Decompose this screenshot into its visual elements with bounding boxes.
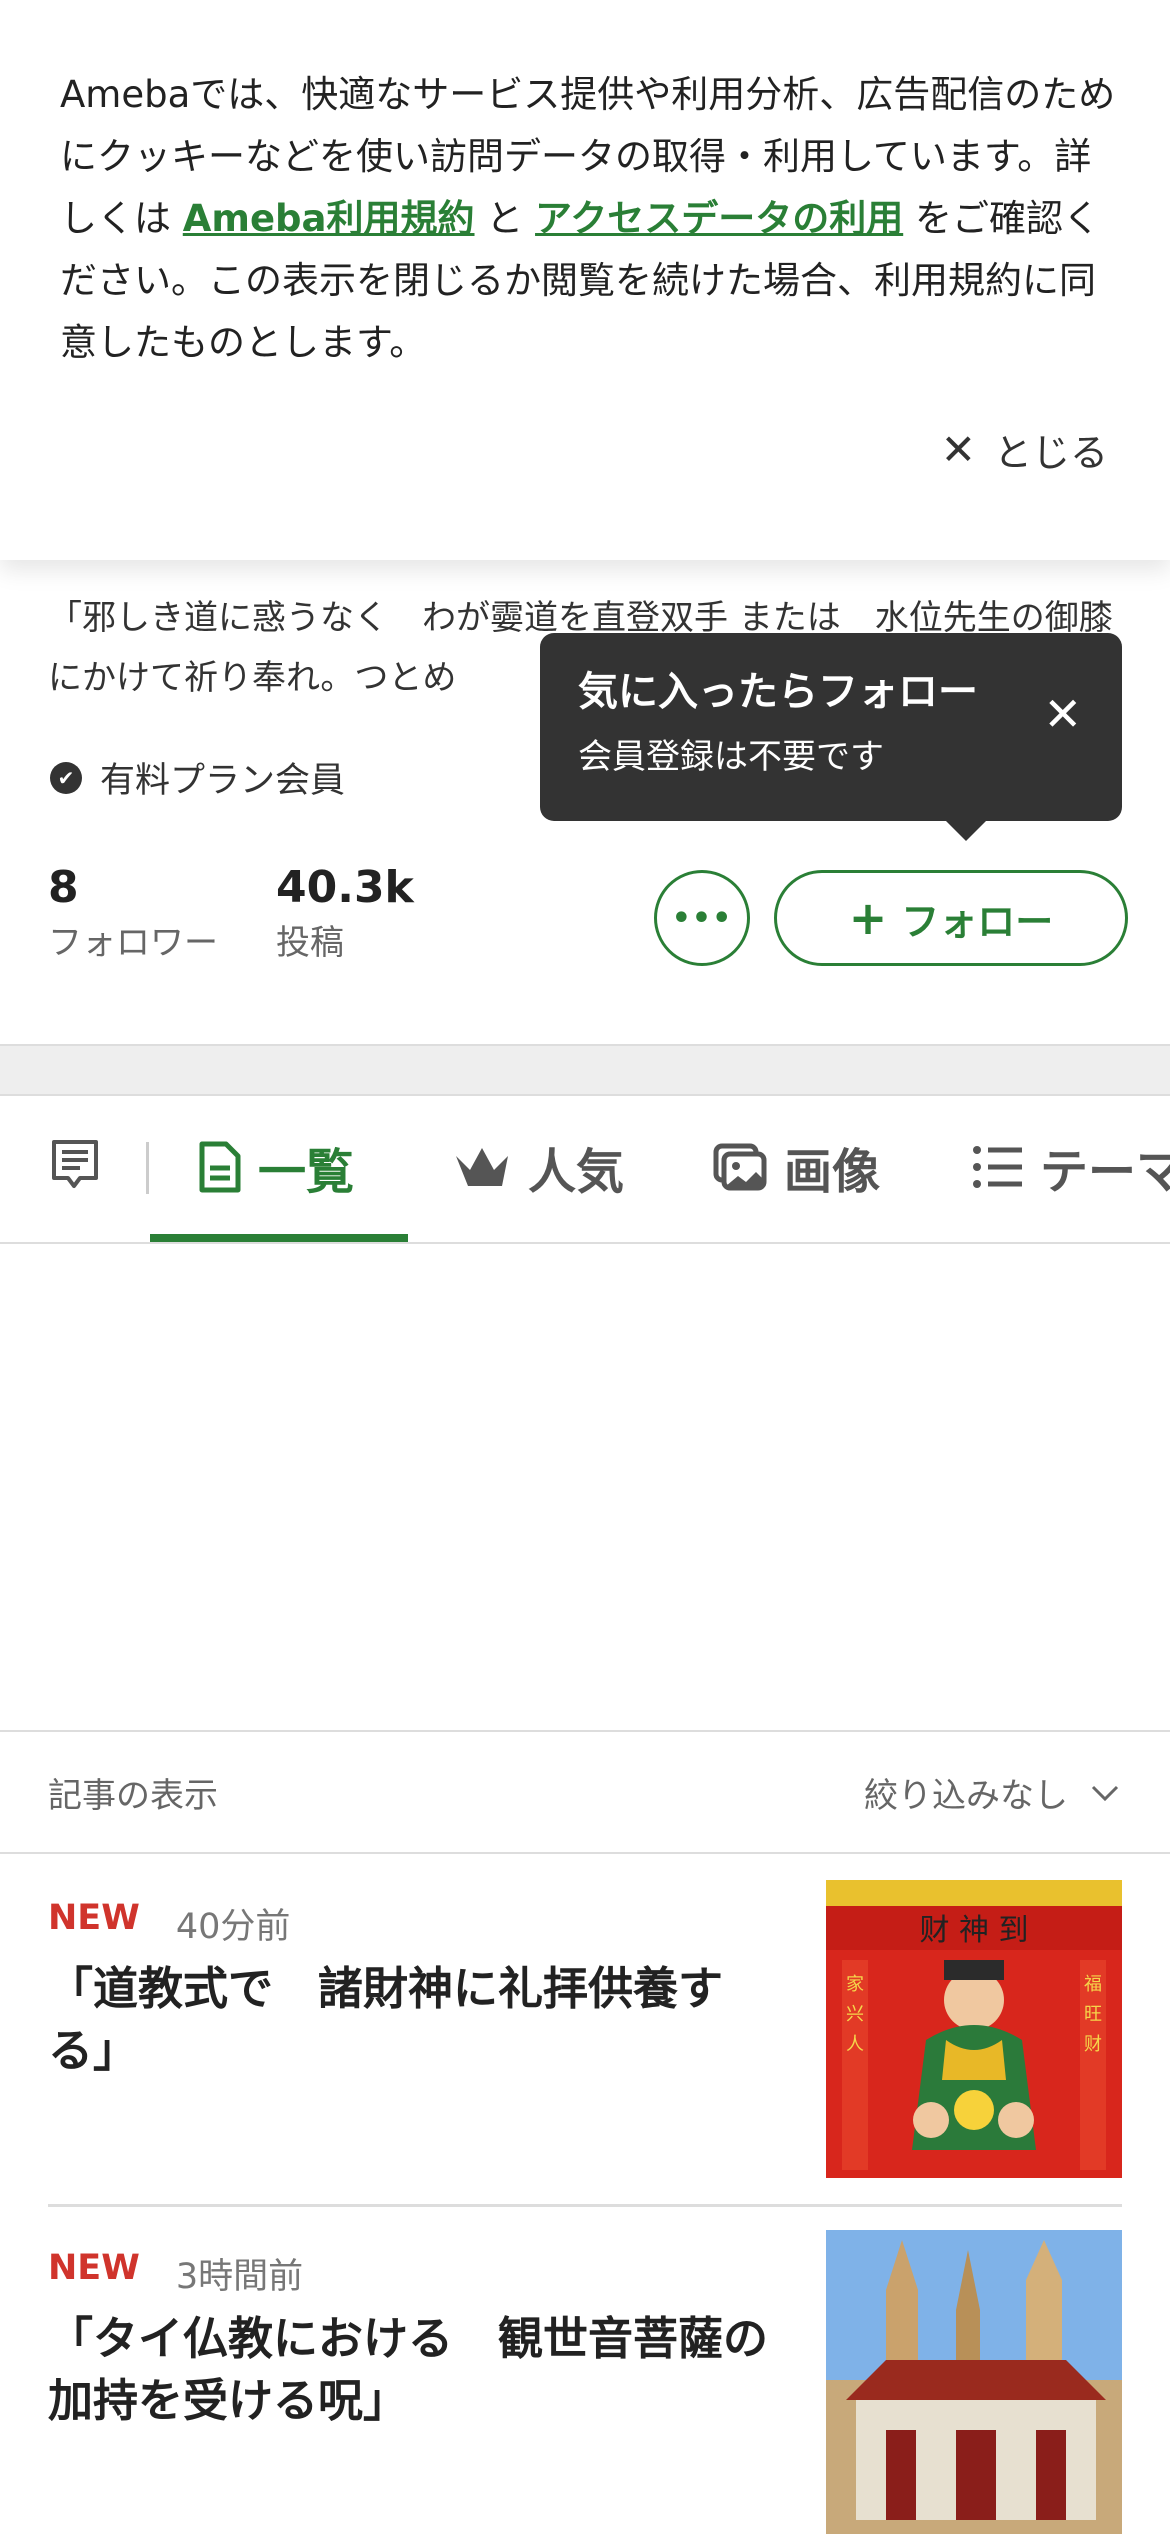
tab-label: 画像 — [784, 1144, 881, 1200]
article-meta: NEW 3時間前 — [48, 2248, 303, 2299]
filter-value: 絞り込みなし — [864, 1776, 1068, 1816]
article-item[interactable]: NEW 40分前 「道教式で 諸財神に礼拝供養する」 财 神 到 家 兴 人 福… — [0, 1854, 1170, 2204]
followers-count: 8 — [48, 862, 79, 913]
article-title[interactable]: 「タイ仏教における 観世音菩薩の加持を受ける呪」 — [48, 2308, 788, 2432]
active-tab-indicator — [150, 1234, 408, 1242]
posts-stat: 40.3k 投稿 — [276, 858, 414, 968]
paid-plan-badge: ✔ 有料プラン会員 — [50, 752, 345, 803]
article-thumbnail[interactable] — [826, 2230, 1122, 2534]
terms-link[interactable]: Ameba利用規約 — [183, 197, 475, 240]
filter-label: 記事の表示 — [48, 1776, 218, 1816]
article-meta: NEW 40分前 — [48, 1898, 290, 1949]
more-icon: ••• — [671, 900, 733, 936]
access-data-link[interactable]: アクセスデータの利用 — [535, 197, 903, 240]
tab-images[interactable]: 画像 — [712, 1132, 880, 1202]
cookie-close-button[interactable]: ✕ とじる — [941, 422, 1108, 477]
new-badge: NEW — [48, 1898, 140, 1938]
cookie-text-part: と — [486, 197, 524, 240]
posts-count: 40.3k — [276, 862, 414, 913]
tab-label: 人気 — [528, 1144, 625, 1200]
list-icon — [973, 1146, 1022, 1188]
tab-themes[interactable]: テーマ — [972, 1132, 1170, 1202]
followers-label: フォロワー — [48, 923, 218, 963]
more-options-button[interactable]: ••• — [654, 870, 750, 966]
tab-separator — [146, 1142, 149, 1194]
article-time: 3時間前 — [175, 2257, 304, 2297]
article-list-icon[interactable] — [50, 1138, 100, 1192]
follow-button[interactable]: + フォロー — [774, 870, 1128, 966]
blog-tabs: 一覧 人気 画像 テーマ — [0, 1096, 1170, 1244]
svg-text:兴: 兴 — [846, 2004, 864, 2025]
svg-text:人: 人 — [846, 2034, 864, 2055]
article-thumbnail[interactable]: 财 神 到 家 兴 人 福 旺 财 — [826, 1880, 1122, 2178]
svg-text:家: 家 — [846, 1974, 864, 1995]
tab-list[interactable]: 一覧 — [198, 1132, 354, 1202]
cookie-banner: Amebaでは、快適なサービス提供や利用分析、広告配信のためにクッキーなどを使い… — [0, 0, 1170, 560]
plus-icon: + — [848, 891, 888, 945]
badge-label: 有料プラン会員 — [100, 761, 346, 801]
article-time: 40分前 — [175, 1907, 291, 1947]
tooltip-title: 気に入ったらフォロー — [578, 669, 978, 715]
section-divider — [0, 1044, 1170, 1096]
crown-icon — [456, 1148, 508, 1186]
tab-label: テーマ — [1040, 1144, 1170, 1200]
svg-text:财 神 到: 财 神 到 — [919, 1913, 1028, 1948]
images-icon — [713, 1143, 767, 1191]
article-filter-row: 記事の表示 絞り込みなし — [0, 1730, 1170, 1854]
close-icon: ✕ — [940, 425, 976, 474]
new-badge: NEW — [48, 2248, 140, 2288]
follow-tooltip: 気に入ったらフォロー 会員登録は不要です ✕ — [540, 633, 1122, 841]
followers-stat[interactable]: 8 フォロワー — [48, 858, 218, 968]
cookie-close-label: とじる — [993, 431, 1108, 475]
svg-text:旺: 旺 — [1084, 2004, 1102, 2025]
filter-select[interactable]: 絞り込みなし — [864, 1768, 1120, 1817]
svg-text:财: 财 — [1084, 2034, 1102, 2055]
posts-label: 投稿 — [276, 923, 344, 963]
check-badge-icon: ✔ — [50, 761, 82, 794]
tooltip-subtitle: 会員登録は不要です — [578, 737, 884, 777]
article-title[interactable]: 「道教式で 諸財神に礼拝供養する」 — [48, 1958, 788, 2082]
tab-label: 一覧 — [258, 1144, 355, 1200]
tooltip-close-icon[interactable]: ✕ — [1043, 687, 1082, 741]
cookie-notice-text: Amebaでは、快適なサービス提供や利用分析、広告配信のためにクッキーなどを使い… — [60, 64, 1120, 374]
article-item[interactable]: NEW 3時間前 「タイ仏教における 観世音菩薩の加持を受ける呪」 — [0, 2204, 1170, 2534]
svg-text:福: 福 — [1084, 1974, 1102, 1995]
document-icon — [199, 1141, 241, 1193]
chevron-down-icon — [1091, 1785, 1119, 1801]
tab-popular[interactable]: 人気 — [452, 1132, 624, 1202]
follow-label: フォロー — [901, 899, 1054, 944]
